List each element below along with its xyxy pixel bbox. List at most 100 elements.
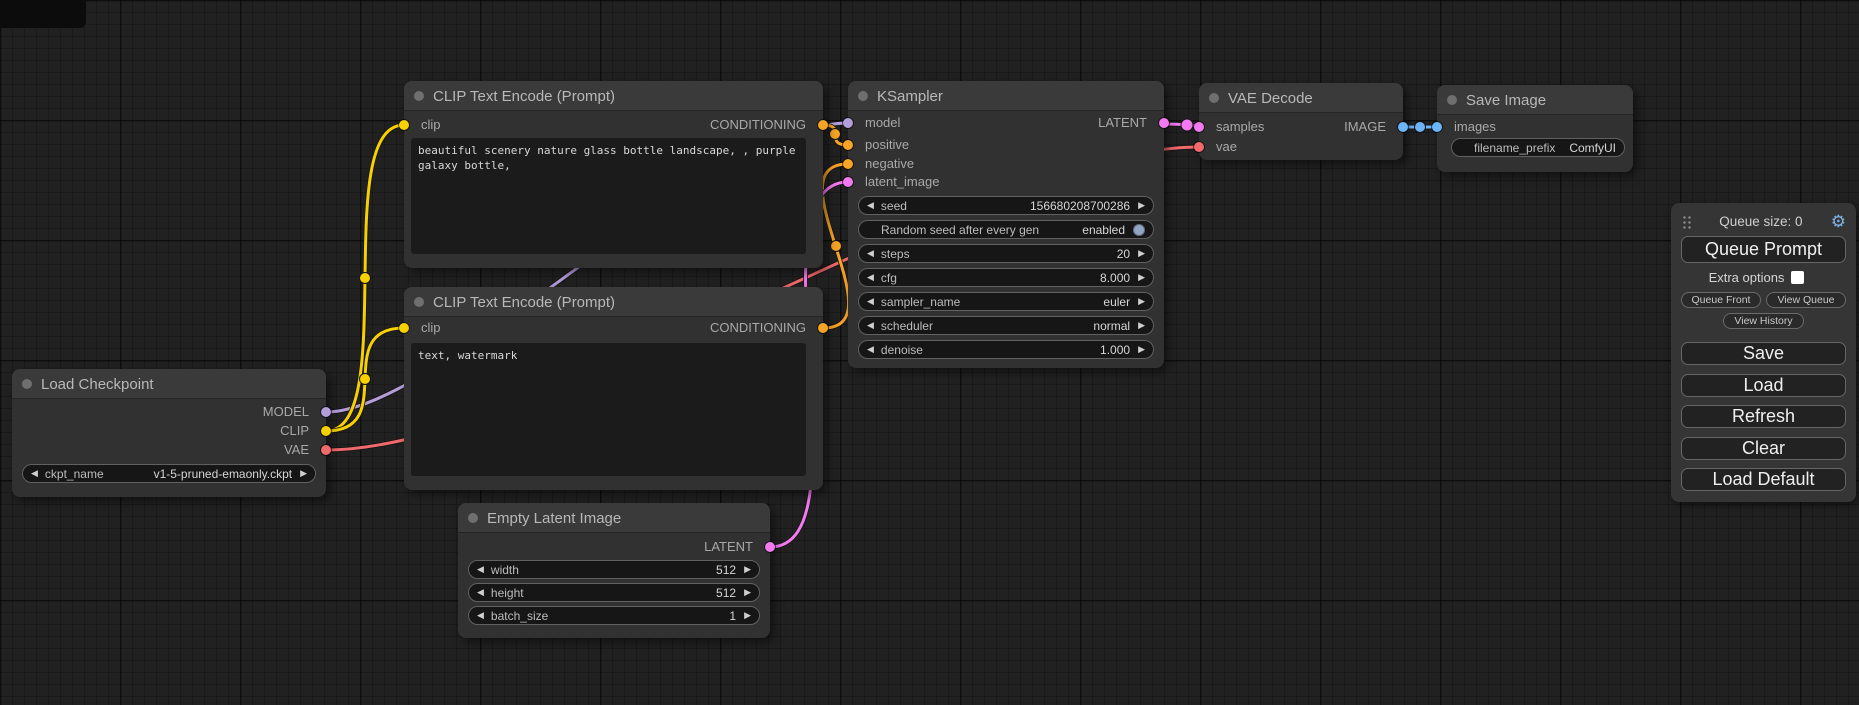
increment-arrow-icon[interactable]: ▶ xyxy=(744,565,751,574)
save-button[interactable]: Save xyxy=(1681,342,1846,365)
collapse-dot-icon[interactable] xyxy=(414,91,424,101)
extra-options-checkbox[interactable] xyxy=(1791,271,1804,284)
widget-label: steps xyxy=(881,247,1117,261)
increment-arrow-icon[interactable]: ▶ xyxy=(1138,297,1145,306)
decrement-arrow-icon[interactable]: ◀ xyxy=(477,588,484,597)
node-empty-latent-image: Empty Latent Image LATENT ◀ width 512 ▶ … xyxy=(458,503,770,638)
widget-value: 1.000 xyxy=(1100,343,1130,357)
node-clip-text-encode-positive: CLIP Text Encode (Prompt) clip CONDITION… xyxy=(404,81,823,268)
output-port-clip[interactable] xyxy=(321,426,331,436)
queue-prompt-button[interactable]: Queue Prompt xyxy=(1681,236,1846,263)
increment-arrow-icon[interactable]: ▶ xyxy=(1138,201,1145,210)
widget-cfg[interactable]: ◀ cfg 8.000 ▶ xyxy=(858,268,1154,287)
collapse-dot-icon[interactable] xyxy=(22,379,32,389)
link-midpoint-dot[interactable] xyxy=(831,241,842,252)
output-port-image[interactable] xyxy=(1398,122,1408,132)
widget-width[interactable]: ◀ width 512 ▶ xyxy=(468,560,760,579)
input-port-clip[interactable] xyxy=(399,323,409,333)
refresh-button[interactable]: Refresh xyxy=(1681,405,1846,428)
widget-batch-size[interactable]: ◀ batch_size 1 ▶ xyxy=(468,606,760,625)
increment-arrow-icon[interactable]: ▶ xyxy=(744,588,751,597)
collapse-dot-icon[interactable] xyxy=(858,91,868,101)
decrement-arrow-icon[interactable]: ◀ xyxy=(867,345,874,354)
increment-arrow-icon[interactable]: ▶ xyxy=(1138,249,1145,258)
output-port-conditioning[interactable] xyxy=(818,323,828,333)
input-port-samples[interactable] xyxy=(1194,122,1204,132)
link-midpoint-dot[interactable] xyxy=(830,129,841,140)
queue-front-button[interactable]: Queue Front xyxy=(1681,292,1761,308)
widget-seed[interactable]: ◀ seed 156680208700286 ▶ xyxy=(858,196,1154,215)
widget-ckpt-name[interactable]: ◀ ckpt_name v1-5-pruned-emaonly.ckpt ▶ xyxy=(22,464,316,483)
widget-denoise[interactable]: ◀ denoise 1.000 ▶ xyxy=(858,340,1154,359)
input-port-clip[interactable] xyxy=(399,120,409,130)
settings-gear-icon[interactable]: ⚙ xyxy=(1831,213,1846,230)
collapse-dot-icon[interactable] xyxy=(1447,95,1457,105)
load-default-button[interactable]: Load Default xyxy=(1681,468,1846,491)
decrement-arrow-icon[interactable]: ◀ xyxy=(31,469,38,478)
output-port-model[interactable] xyxy=(321,407,331,417)
widget-sampler-name[interactable]: ◀ sampler_name euler ▶ xyxy=(858,292,1154,311)
input-port-model[interactable] xyxy=(843,118,853,128)
output-label: CONDITIONING xyxy=(710,116,806,134)
drag-handle-icon[interactable] xyxy=(1682,214,1691,229)
widget-height[interactable]: ◀ height 512 ▶ xyxy=(468,583,760,602)
collapse-dot-icon[interactable] xyxy=(468,513,478,523)
widget-random-seed-toggle[interactable]: Random seed after every gen enabled xyxy=(858,220,1154,239)
widget-value: 20 xyxy=(1117,247,1130,261)
toggle-indicator-icon[interactable] xyxy=(1133,224,1145,236)
input-port-negative[interactable] xyxy=(843,159,853,169)
output-label: IMAGE xyxy=(1344,118,1386,136)
node-title-bar[interactable]: Load Checkpoint xyxy=(12,369,326,399)
node-graph-canvas[interactable]: CLIP Text Encode (Prompt) clip CONDITION… xyxy=(0,0,1859,705)
decrement-arrow-icon[interactable]: ◀ xyxy=(867,273,874,282)
widget-label: filename_prefix xyxy=(1474,141,1569,155)
increment-arrow-icon[interactable]: ▶ xyxy=(1138,345,1145,354)
node-title-bar[interactable]: CLIP Text Encode (Prompt) xyxy=(404,81,823,111)
input-port-positive[interactable] xyxy=(843,140,853,150)
decrement-arrow-icon[interactable]: ◀ xyxy=(867,249,874,258)
node-title-bar[interactable]: VAE Decode xyxy=(1199,83,1403,113)
collapse-dot-icon[interactable] xyxy=(414,297,424,307)
node-title: Empty Latent Image xyxy=(487,510,621,527)
output-port-latent[interactable] xyxy=(765,542,775,552)
increment-arrow-icon[interactable]: ▶ xyxy=(300,469,307,478)
node-title-bar[interactable]: CLIP Text Encode (Prompt) xyxy=(404,287,823,317)
increment-arrow-icon[interactable]: ▶ xyxy=(1138,321,1145,330)
increment-arrow-icon[interactable]: ▶ xyxy=(744,611,751,620)
link-midpoint-dot[interactable] xyxy=(1415,122,1426,133)
node-title-bar[interactable]: Empty Latent Image xyxy=(458,503,770,533)
input-port-latent-image[interactable] xyxy=(843,177,853,187)
decrement-arrow-icon[interactable]: ◀ xyxy=(477,565,484,574)
output-port-latent[interactable] xyxy=(1159,118,1169,128)
node-save-image: Save Image images filename_prefix ComfyU… xyxy=(1437,85,1633,172)
widget-label: sampler_name xyxy=(881,295,1103,309)
output-port-conditioning[interactable] xyxy=(818,120,828,130)
link-midpoint-dot[interactable] xyxy=(360,273,371,284)
node-title-bar[interactable]: KSampler xyxy=(848,81,1164,111)
output-port-vae[interactable] xyxy=(321,445,331,455)
prompt-textarea[interactable]: text, watermark xyxy=(411,343,806,476)
decrement-arrow-icon[interactable]: ◀ xyxy=(867,297,874,306)
widget-filename-prefix[interactable]: filename_prefix ComfyUI xyxy=(1451,138,1625,157)
queue-panel: Queue size: 0 ⚙ Queue Prompt Extra optio… xyxy=(1671,203,1856,502)
input-port-images[interactable] xyxy=(1432,122,1442,132)
prompt-textarea[interactable]: beautiful scenery nature glass bottle la… xyxy=(411,138,806,254)
node-title-bar[interactable]: Save Image xyxy=(1437,85,1633,115)
decrement-arrow-icon[interactable]: ◀ xyxy=(867,321,874,330)
decrement-arrow-icon[interactable]: ◀ xyxy=(477,611,484,620)
view-queue-button[interactable]: View Queue xyxy=(1766,292,1846,308)
link-midpoint-dot[interactable] xyxy=(1181,119,1193,131)
link-midpoint-dot[interactable] xyxy=(360,374,371,385)
increment-arrow-icon[interactable]: ▶ xyxy=(1138,273,1145,282)
io-row: clip CONDITIONING xyxy=(404,319,823,337)
view-history-button[interactable]: View History xyxy=(1723,313,1804,329)
load-button[interactable]: Load xyxy=(1681,374,1846,397)
widget-scheduler[interactable]: ◀ scheduler normal ▶ xyxy=(858,316,1154,335)
clear-button[interactable]: Clear xyxy=(1681,437,1846,460)
input-port-vae[interactable] xyxy=(1194,142,1204,152)
extra-options-label: Extra options xyxy=(1709,270,1785,285)
collapse-dot-icon[interactable] xyxy=(1209,93,1219,103)
widget-steps[interactable]: ◀ steps 20 ▶ xyxy=(858,244,1154,263)
node-title: Save Image xyxy=(1466,92,1546,109)
decrement-arrow-icon[interactable]: ◀ xyxy=(867,201,874,210)
